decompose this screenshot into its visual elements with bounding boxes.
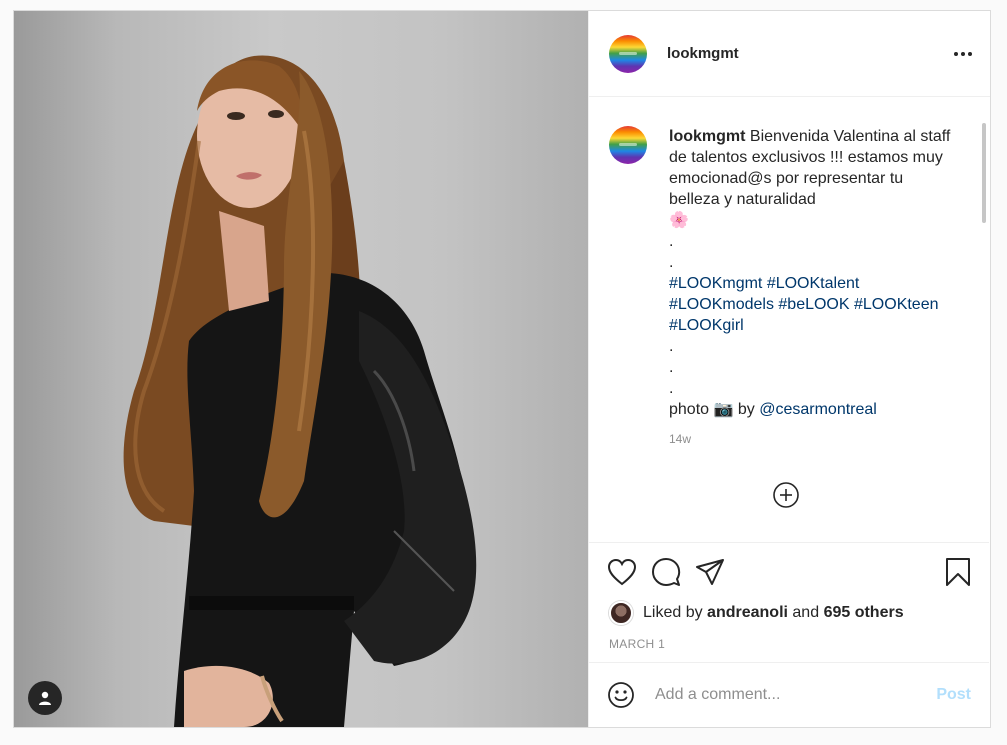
likes-prefix: Liked by	[643, 604, 703, 621]
hashtag-link[interactable]: #LOOKteen	[854, 296, 939, 313]
likes-and: and	[792, 604, 820, 621]
caption-dot: .	[669, 359, 674, 376]
caption-row: lookmgmt Bienvenida Valentina al staff d…	[589, 98, 989, 420]
header-username[interactable]: lookmgmt	[667, 45, 739, 62]
post-comment-button[interactable]: Post	[936, 686, 971, 704]
more-options-icon[interactable]	[954, 51, 972, 56]
caption-line: Bienvenida Valentina al	[749, 128, 916, 145]
hashtag-link[interactable]: #beLOOK	[778, 296, 849, 313]
post-date[interactable]: MARCH 1	[589, 625, 989, 651]
liker-username[interactable]: andreanoli	[707, 604, 788, 622]
comments-section[interactable]: lookmgmt Bienvenida Valentina al staff d…	[589, 98, 989, 542]
hashtag-link[interactable]: #LOOKmgmt	[669, 275, 762, 292]
caption-avatar[interactable]	[609, 126, 647, 164]
caption-dot: .	[669, 380, 674, 397]
add-comment-bar: Post	[589, 662, 989, 727]
post-photo[interactable]	[14, 11, 588, 727]
comment-icon[interactable]	[651, 557, 681, 587]
flower-emoji: 🌸	[669, 212, 689, 229]
post-sidebar: lookmgmt lookmgmt Bienvenida Valentina a…	[588, 11, 990, 727]
action-icons	[589, 543, 989, 587]
portrait-image	[123, 55, 477, 727]
post-header: lookmgmt	[589, 11, 990, 97]
camera-emoji: 📷	[713, 401, 734, 418]
share-icon[interactable]	[695, 558, 725, 586]
credit-by: by	[737, 401, 755, 418]
caption-dot: .	[669, 233, 674, 250]
user-icon	[39, 691, 51, 705]
hashtag-link[interactable]: #LOOKtalent	[767, 275, 860, 292]
liker-avatar[interactable]	[609, 601, 633, 625]
hashtag-link[interactable]: #LOOKmodels	[669, 296, 774, 313]
tagged-users-button[interactable]	[28, 681, 62, 715]
post-actions: Liked by andreanoli and 695 others MARCH…	[589, 542, 989, 662]
comments-scrollbar[interactable]	[982, 123, 986, 223]
likes-count[interactable]: 695 others	[824, 604, 904, 622]
plus-circle-icon[interactable]	[772, 481, 800, 509]
emoji-icon[interactable]	[607, 681, 635, 709]
caption-dot: .	[669, 338, 674, 355]
comment-input[interactable]	[655, 686, 937, 704]
caption-dot: .	[669, 254, 674, 271]
caption-text: lookmgmt Bienvenida Valentina al staff d…	[669, 126, 955, 420]
likes-summary: Liked by andreanoli and 695 others	[589, 587, 989, 625]
credit-prefix: photo	[669, 401, 710, 418]
time-ago[interactable]: 14w	[669, 432, 989, 446]
heart-icon[interactable]	[607, 558, 637, 586]
mention-link[interactable]: @cesarmontreal	[759, 401, 877, 418]
caption-username[interactable]: lookmgmt	[669, 128, 745, 145]
post-card: lookmgmt lookmgmt Bienvenida Valentina a…	[13, 10, 991, 728]
avatar[interactable]	[609, 34, 647, 73]
hashtag-link[interactable]: #LOOKgirl	[669, 317, 744, 334]
bookmark-icon[interactable]	[945, 557, 971, 587]
